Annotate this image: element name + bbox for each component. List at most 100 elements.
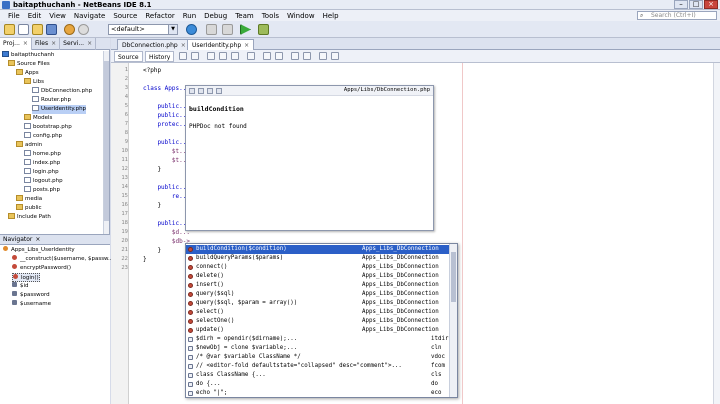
close-button[interactable]: × [704, 0, 718, 9]
completion-item[interactable]: selectOne() Apps_Libs_DbConnection [186, 317, 451, 326]
configuration-select[interactable]: <default> ▼ [108, 24, 178, 35]
completion-item[interactable]: $newObj = clone $variable;... cln [186, 344, 451, 353]
navigator-method[interactable]: __construct($username, $passw... [12, 255, 113, 264]
redo-icon[interactable] [78, 24, 89, 35]
menu-team[interactable]: Team [231, 12, 258, 20]
navigator-field[interactable]: $username [12, 300, 51, 309]
navigator-method[interactable]: encryptPassword() [12, 264, 71, 273]
scrollbar-thumb[interactable] [451, 252, 456, 302]
browser-icon[interactable] [186, 24, 197, 35]
editor-scrollbar[interactable] [713, 63, 720, 404]
menu-view[interactable]: View [45, 12, 70, 20]
find-previous-icon[interactable] [219, 52, 227, 60]
tab-files[interactable]: Files × [32, 38, 61, 50]
shift-right-icon[interactable] [275, 52, 283, 60]
completion-item[interactable]: /* @var $variable ClassName */ vdoc [186, 353, 451, 362]
completion-item[interactable]: buildQueryParams($params) Apps_Libs_DbCon… [186, 254, 451, 263]
menu-navigate[interactable]: Navigate [70, 12, 109, 20]
menu-source[interactable]: Source [109, 12, 141, 20]
close-icon[interactable]: × [51, 40, 56, 47]
close-icon[interactable]: × [23, 40, 28, 47]
comment-icon[interactable] [319, 52, 327, 60]
run-icon[interactable] [240, 24, 251, 35]
stop-macro-icon[interactable] [303, 52, 311, 60]
close-icon[interactable]: × [35, 236, 40, 243]
tree-node-libs[interactable]: Libs [24, 78, 44, 87]
tree-node-apps[interactable]: Apps [16, 69, 39, 78]
uncomment-icon[interactable] [331, 52, 339, 60]
completion-scrollbar[interactable] [449, 244, 457, 397]
new-file-icon[interactable] [18, 24, 29, 35]
navigator-field[interactable]: $id [12, 282, 29, 291]
completion-item[interactable]: query($sql, $param = array()) Apps_Libs_D… [186, 299, 451, 308]
go-to-source-icon[interactable] [207, 88, 213, 94]
tree-node-router[interactable]: Router.php [32, 96, 71, 105]
completion-item[interactable]: query($sql) Apps_Libs_DbConnection [186, 290, 451, 299]
completion-item[interactable]: do {... do [186, 380, 451, 389]
completion-item[interactable]: buildCondition($condition) Apps_Libs_DbCo… [186, 245, 451, 254]
tab-services[interactable]: Servi... × [60, 38, 97, 50]
menu-window[interactable]: Window [283, 12, 319, 20]
completion-item[interactable]: connect() Apps_Libs_DbConnection [186, 263, 451, 272]
navigator-method[interactable]: login() [12, 273, 40, 282]
debug-icon[interactable] [258, 24, 269, 35]
tab-projects[interactable]: Proj... × [0, 38, 32, 50]
project-tree-scrollbar[interactable] [103, 51, 109, 261]
menu-debug[interactable]: Debug [200, 12, 231, 20]
find-icon[interactable] [207, 52, 215, 60]
history-view-button[interactable]: History [145, 51, 175, 62]
tree-node-source-files[interactable]: Source Files [8, 60, 50, 69]
completion-item[interactable]: insert() Apps_Libs_DbConnection [186, 281, 451, 290]
search-input[interactable]: ⌕ Search (Ctrl+I) [637, 11, 717, 20]
completion-item[interactable]: select() Apps_Libs_DbConnection [186, 308, 451, 317]
tree-node-media[interactable]: media [16, 195, 42, 204]
minimize-button[interactable]: – [674, 0, 688, 9]
tree-node-dbconnection[interactable]: DbConnection.php [32, 87, 92, 96]
forward-icon[interactable] [198, 88, 204, 94]
completion-item[interactable]: // <editor-fold defaultstate="collapsed"… [186, 362, 451, 371]
close-icon[interactable]: × [87, 40, 92, 47]
undo-icon[interactable] [64, 24, 75, 35]
tab-dbconnection[interactable]: DbConnection.php × [117, 39, 191, 50]
tree-node-login[interactable]: login.php [24, 168, 59, 177]
tree-node-logout[interactable]: logout.php [24, 177, 63, 186]
menu-edit[interactable]: Edit [24, 12, 46, 20]
tree-node-admin[interactable]: admin [16, 141, 42, 150]
find-next-icon[interactable] [231, 52, 239, 60]
navigator-field[interactable]: $password [12, 291, 50, 300]
forward-icon[interactable] [191, 52, 199, 60]
source-view-button[interactable]: Source [114, 51, 143, 62]
menu-refactor[interactable]: Refactor [141, 12, 178, 20]
menu-file[interactable]: File [4, 12, 24, 20]
open-project-icon[interactable] [32, 24, 43, 35]
clean-build-icon[interactable] [206, 24, 217, 35]
menu-help[interactable]: Help [319, 12, 343, 20]
tree-node-index[interactable]: index.php [24, 159, 60, 168]
tree-node-useridentity[interactable]: UserIdentity.php [32, 105, 87, 114]
completion-item[interactable]: class ClassName {... cls [186, 371, 451, 380]
toggle-highlight-icon[interactable] [247, 52, 255, 60]
tree-node-include-path[interactable]: Include Path [8, 213, 51, 222]
save-all-icon[interactable] [46, 24, 57, 35]
maximize-button[interactable]: □ [689, 0, 703, 9]
tree-node-config[interactable]: config.php [24, 132, 62, 141]
tab-useridentity[interactable]: UserIdentity.php × [187, 39, 255, 50]
back-icon[interactable] [189, 88, 195, 94]
tree-node-models[interactable]: Models [24, 114, 52, 123]
completion-item[interactable]: delete() Apps_Libs_DbConnection [186, 272, 451, 281]
close-icon[interactable]: × [244, 42, 249, 49]
tree-node-project[interactable]: baitapthuchanh [2, 51, 54, 60]
shift-left-icon[interactable] [263, 52, 271, 60]
back-icon[interactable] [179, 52, 187, 60]
completion-item[interactable]: update() Apps_Libs_DbConnection [186, 326, 451, 335]
new-folder-icon[interactable] [4, 24, 15, 35]
completion-item[interactable]: $dirh = opendir($dirname);... itdir [186, 335, 451, 344]
tree-node-public[interactable]: public [16, 204, 42, 213]
tree-node-posts[interactable]: posts.php [24, 186, 60, 195]
tree-node-home[interactable]: home.php [24, 150, 61, 159]
scrollbar-thumb[interactable] [104, 61, 109, 221]
close-icon[interactable]: × [181, 42, 186, 49]
start-macro-icon[interactable] [291, 52, 299, 60]
open-in-browser-icon[interactable] [216, 88, 222, 94]
navigator-class[interactable]: Apps_Libs_UserIdentity [3, 246, 75, 255]
